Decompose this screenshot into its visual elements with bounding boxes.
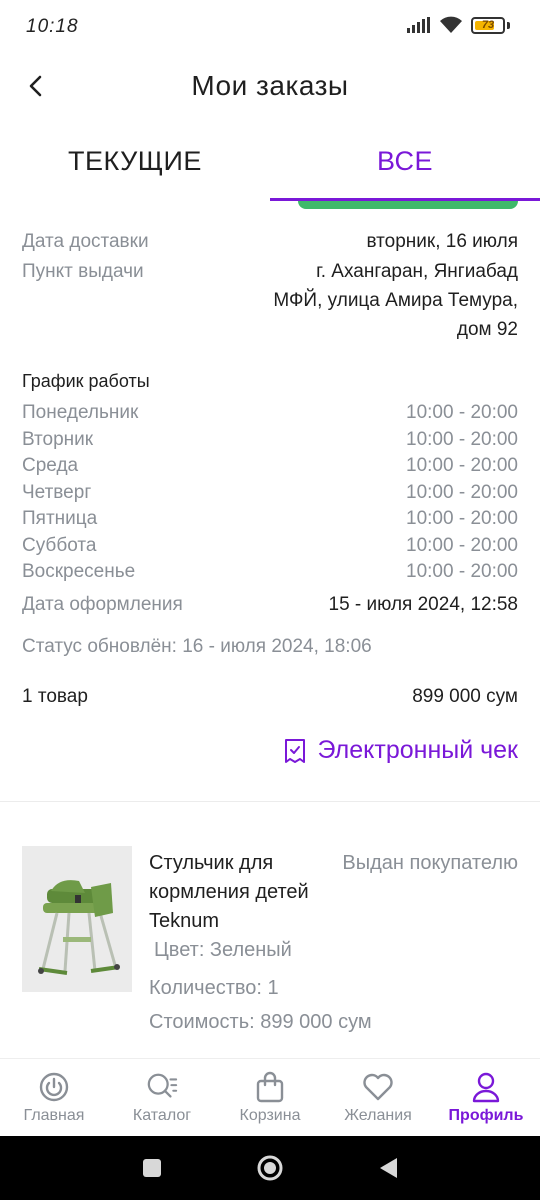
schedule-day: Четверг [22,481,92,503]
schedule-row: Воскресенье 10:00 - 20:00 [22,559,518,586]
divider [0,801,540,802]
pickup-point-label: Пункт выдачи [22,261,144,282]
schedule-row: Пятница 10:00 - 20:00 [22,506,518,533]
triangle-back-icon [380,1158,397,1178]
schedule-hours: 10:00 - 20:00 [406,428,518,450]
order-date-value: 15 - июля 2024, 12:58 [328,594,519,615]
schedule-hours: 10:00 - 20:00 [406,561,518,582]
heart-icon [362,1071,394,1103]
product-color: Цвет: Зеленый [154,939,292,961]
back-system-button[interactable] [374,1154,402,1182]
status-time: 10:18 [26,16,79,37]
schedule-row: Среда 10:00 - 20:00 [22,453,518,480]
product-name[interactable]: Стульчик для кормления детей Teknum [149,849,309,936]
electronic-receipt-button[interactable]: Электронный чек [284,736,518,765]
schedule-day: Воскресенье [22,561,136,582]
schedule-hours: 10:00 - 20:00 [406,402,518,423]
tabs: ТЕКУЩИЕ ВСЕ [0,122,540,209]
shopping-bag-icon [254,1071,286,1103]
schedule-row: Понедельник 10:00 - 20:00 [22,400,518,427]
schedule-hours: 10:00 - 20:00 [406,455,518,476]
tab-current[interactable]: ТЕКУЩИЕ [0,122,270,200]
schedule-row: Четверг 10:00 - 20:00 [22,480,518,507]
order-product: Стульчик для кормления детей Teknum Выда… [22,846,518,1046]
header: Мои заказы [0,52,540,122]
schedule-list: Понедельник 10:00 - 20:00 Вторник 10:00 - … [22,400,518,586]
nav-label: Желания [344,1107,412,1124]
catalog-search-icon [146,1071,178,1103]
nav-label: Профиль [448,1107,524,1124]
high-chair-image [38,880,120,975]
delivery-details: Дата доставки вторник, 16 июля Пункт выд… [22,226,518,586]
receipt-label: Электронный чек [317,736,518,764]
schedule-hours: 10:00 - 20:00 [406,534,518,556]
home-button[interactable] [256,1154,284,1182]
user-icon [470,1071,502,1103]
page-title: Мои заказы [191,70,349,101]
schedule-hours: 10:00 - 20:00 [406,508,518,529]
product-status: Выдан покупателю [342,852,518,874]
schedule-title: График работы [22,371,150,391]
schedule-day: Пятница [22,508,98,529]
order-date-row: Дата оформления 15 - июля 2024, 12:58 [22,594,518,616]
circle-icon [257,1155,283,1181]
status-icons: 73 [407,16,510,34]
nav-catalog[interactable]: Каталог [108,1059,216,1136]
bottom-nav: Главная Каталог Корзина Желания Профиль [0,1058,540,1136]
product-quantity: Количество: 1 [149,977,279,999]
schedule-day: Понедельник [22,402,139,423]
address-line: г. Ахангаран, Янгиабад [316,261,518,282]
product-price: Стоимость: 899 000 сум [149,1011,372,1033]
pickup-point-row: Пункт выдачи г. Ахангаран, Янгиабад МФЙ,… [22,257,518,344]
schedule-day: Вторник [22,428,94,450]
nav-label: Каталог [132,1107,192,1124]
product-image[interactable] [22,846,132,992]
status-updated: Статус обновлён: 16 - июля 2024, 18:06 [22,636,372,657]
square-icon [143,1159,161,1177]
schedule-day: Среда [22,455,79,476]
signal-icon [407,17,430,33]
schedule-row: Суббота 10:00 - 20:00 [22,533,518,560]
battery-icon: 73 [471,16,505,34]
schedule-day: Суббота [22,534,97,556]
nav-cart[interactable]: Корзина [216,1059,324,1136]
system-nav-bar [0,1136,540,1200]
order-date-label: Дата оформления [22,594,183,615]
order-total: 899 000 сум [412,686,518,707]
items-count: 1 товар [22,686,88,707]
nav-wishlist[interactable]: Желания [324,1059,432,1136]
nav-label: Главная [23,1107,85,1124]
address-line: дом 92 [456,319,518,340]
schedule-row: Вторник 10:00 - 20:00 [22,427,518,454]
delivery-date-row: Дата доставки вторник, 16 июля [22,226,518,257]
nav-home[interactable]: Главная [0,1059,108,1136]
pickup-point-address: г. Ахангаран, Янгиабад МФЙ, улица Амира … [273,257,518,344]
order-total-row: 1 товар 899 000 сум [22,686,518,708]
battery-level: 73 [481,19,495,31]
wifi-icon [440,16,462,33]
receipt-icon [284,738,305,763]
address-line: МФЙ, улица Амира Темура, [273,290,518,311]
delivery-date-label: Дата доставки [22,231,149,252]
delivery-date-value: вторник, 16 июля [366,231,518,252]
nav-profile[interactable]: Профиль [432,1059,540,1136]
nav-label: Корзина [239,1107,301,1124]
schedule-hours: 10:00 - 20:00 [406,481,518,503]
home-power-icon [38,1071,70,1103]
status-bar: 10:18 73 [0,0,540,52]
order-card-edge [298,201,518,209]
recent-apps-button[interactable] [138,1154,166,1182]
tab-all[interactable]: ВСЕ [270,122,540,200]
